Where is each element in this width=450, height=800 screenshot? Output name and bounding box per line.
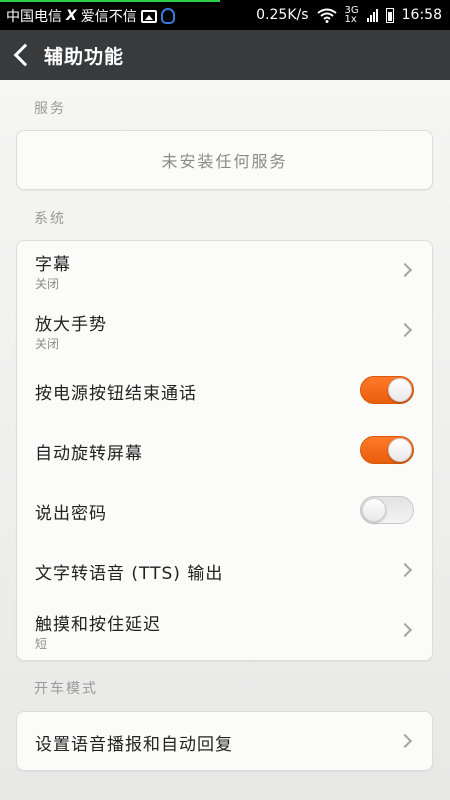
setting-title: 放大手势 (35, 315, 107, 335)
power-ends-call-toggle[interactable] (360, 376, 414, 404)
chevron-right-icon (397, 322, 413, 338)
setting-speak-passwords[interactable]: 说出密码 (17, 481, 432, 541)
chevron-right-icon (397, 622, 413, 638)
wifi-icon (316, 8, 337, 23)
setting-summary: 短 (35, 637, 48, 651)
driving-card: 设置语音播报和自动回复 (16, 711, 433, 771)
carrier-name-secondary: 爱信不信 (80, 9, 137, 25)
chevron-right-icon (397, 262, 413, 278)
action-bar: 辅助功能 (0, 30, 450, 80)
setting-title: 按电源按钮结束通话 (35, 384, 197, 404)
page-title: 辅助功能 (44, 45, 125, 68)
setting-title: 字幕 (35, 255, 71, 275)
carrier-separator: X (66, 8, 77, 24)
setting-title: 文字转语音 (TTS) 输出 (35, 564, 224, 584)
setting-title: 自动旋转屏幕 (35, 444, 143, 464)
image-notification-icon (140, 9, 157, 23)
qq-notification-icon (160, 8, 175, 24)
toggle-knob (388, 438, 412, 462)
setting-summary: 关闭 (35, 337, 60, 351)
chevron-right-icon (397, 562, 413, 578)
setting-title: 设置语音播报和自动回复 (35, 735, 233, 755)
section-label-services: 服务 (34, 101, 66, 117)
setting-auto-rotate[interactable]: 自动旋转屏幕 (17, 421, 432, 481)
speak-passwords-toggle[interactable] (360, 496, 414, 524)
services-card: 未安装任何服务 (16, 130, 433, 190)
signal-icon (366, 8, 378, 22)
setting-magnification-gestures[interactable]: 放大手势 关闭 (17, 301, 432, 361)
chevron-right-icon (397, 733, 413, 749)
network-type: 3G 1x (344, 6, 359, 25)
status-right: 0.25K/s 3G 1x 16:58 (256, 6, 442, 25)
setting-captions[interactable]: 字幕 关闭 (17, 241, 432, 301)
setting-title: 说出密码 (35, 504, 107, 524)
loading-indicator (0, 0, 220, 2)
auto-rotate-toggle[interactable] (360, 436, 414, 464)
system-card: 字幕 关闭 放大手势 关闭 按电源按钮结束通话 自动旋转屏幕 说出密码 文字转语… (16, 240, 433, 661)
clock: 16:58 (401, 7, 442, 23)
back-arrow-icon (13, 43, 37, 67)
carrier-name: 中国电信 (6, 9, 62, 25)
network-type-1x: 1x (344, 14, 357, 25)
section-label-driving-mode: 开车模式 (34, 681, 98, 697)
toggle-knob (388, 378, 412, 402)
setting-summary: 关闭 (35, 277, 60, 291)
setting-touch-hold-delay[interactable]: 触摸和按住延迟 短 (17, 601, 432, 661)
screen: 中国电信 X 爱信不信 0.25K/s 3G 1x 16:58 辅助功能 服务 … (0, 0, 450, 800)
battery-icon (385, 7, 394, 23)
section-label-system: 系统 (34, 211, 66, 227)
network-speed: 0.25K/s (256, 7, 309, 23)
setting-power-button-ends-call[interactable]: 按电源按钮结束通话 (17, 361, 432, 421)
back-button[interactable] (0, 30, 44, 80)
status-bar: 中国电信 X 爱信不信 0.25K/s 3G 1x 16:58 (0, 0, 450, 30)
setting-tts-output[interactable]: 文字转语音 (TTS) 输出 (17, 541, 432, 601)
setting-voice-broadcast-auto-reply[interactable]: 设置语音播报和自动回复 (17, 712, 432, 772)
services-empty-text: 未安装任何服务 (161, 152, 288, 171)
toggle-knob (362, 498, 386, 522)
setting-title: 触摸和按住延迟 (35, 615, 161, 635)
status-left: 中国电信 X 爱信不信 (6, 6, 175, 26)
